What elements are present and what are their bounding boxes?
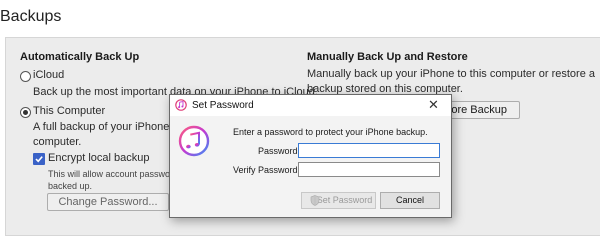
dialog-title: Set Password <box>192 100 254 111</box>
password-label: Password: <box>258 146 301 156</box>
manual-backup-heading: Manually Back Up and Restore <box>307 51 468 63</box>
uac-shield-icon <box>310 195 320 206</box>
manual-backup-description-1: Manually back up your iPhone to this com… <box>307 68 595 80</box>
icloud-radio[interactable] <box>20 71 31 82</box>
this-computer-label[interactable]: This Computer <box>33 104 105 119</box>
dialog-prompt: Enter a password to protect your iPhone … <box>233 127 428 137</box>
page-title: Backups <box>0 8 62 25</box>
change-password-button[interactable]: Change Password... <box>47 193 169 211</box>
encrypt-label[interactable]: Encrypt local backup <box>48 151 150 166</box>
encrypt-description-1: This will allow account passwords, <box>48 169 186 179</box>
dialog-titlebar[interactable]: Set Password ✕ <box>170 95 451 116</box>
this-computer-description-1: A full backup of your iPhone w <box>33 121 181 133</box>
set-password-button[interactable]: Set Password <box>301 192 376 209</box>
this-computer-description-2: computer. <box>33 136 82 148</box>
password-field[interactable] <box>298 143 440 158</box>
set-password-dialog: Set Password ✕ Enter a password to prote… <box>169 94 452 218</box>
checkmark-icon <box>35 156 43 163</box>
cancel-button[interactable]: Cancel <box>380 192 440 209</box>
close-icon[interactable]: ✕ <box>428 97 439 113</box>
icloud-label[interactable]: iCloud <box>33 68 64 83</box>
encrypt-description-2: backed up. <box>48 181 93 191</box>
itunes-small-icon <box>175 99 187 111</box>
encrypt-checkbox[interactable] <box>33 153 45 165</box>
this-computer-radio[interactable] <box>20 107 31 118</box>
verify-password-label: Verify Password: <box>233 165 301 175</box>
verify-password-field[interactable] <box>298 162 440 177</box>
auto-backup-heading: Automatically Back Up <box>20 51 140 63</box>
itunes-icon <box>178 125 210 157</box>
